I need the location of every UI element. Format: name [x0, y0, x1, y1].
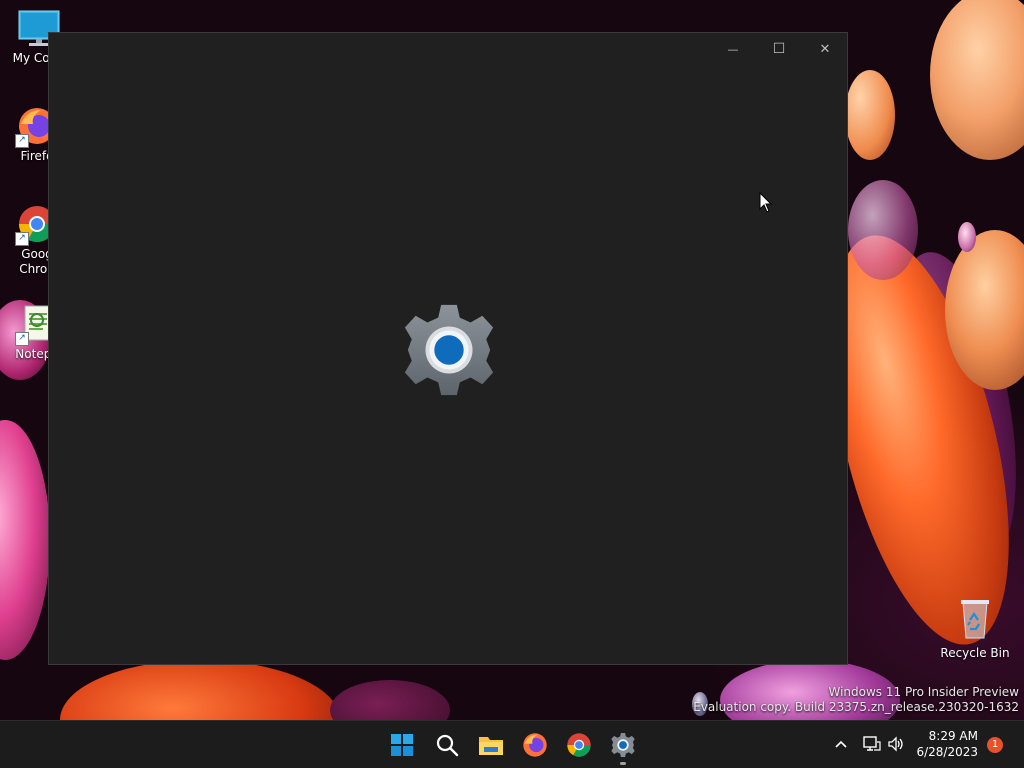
settings-window[interactable]: — ☐ ✕ [48, 32, 848, 665]
clock-date: 6/28/2023 [916, 745, 978, 759]
search-button[interactable] [429, 727, 465, 763]
desktop-icon-recycle-bin[interactable]: Recycle Bin [938, 598, 1012, 661]
network-button[interactable] [862, 733, 882, 755]
desktop-icon-label: Recycle Bin [940, 646, 1010, 660]
start-button[interactable] [384, 727, 420, 763]
settings-taskbar-button[interactable] [605, 727, 641, 765]
settings-icon [611, 733, 635, 757]
speaker-icon [888, 736, 903, 752]
watermark-line: Windows 11 Pro Insider Preview [828, 685, 1019, 699]
clock-time: 8:29 AM [928, 729, 978, 743]
wallpaper-shape [848, 180, 918, 280]
notification-center-button[interactable]: 1 [987, 737, 1003, 753]
minimize-icon: — [727, 42, 739, 56]
volume-button[interactable] [886, 733, 906, 755]
clock-button[interactable]: 8:29 AM 6/28/2023 [912, 728, 978, 762]
notification-count-badge: 1 [991, 739, 999, 750]
shortcut-arrow-icon: ↗ [15, 332, 29, 346]
minimize-button[interactable]: — [710, 33, 756, 65]
start-icon [391, 734, 413, 756]
file-explorer-button[interactable] [473, 727, 509, 763]
show-hidden-icons-button[interactable] [830, 733, 852, 755]
wallpaper-shape [930, 0, 1024, 160]
wallpaper-shape [0, 420, 50, 660]
chevron-up-icon [835, 740, 847, 748]
chrome-icon [567, 733, 591, 757]
wallpaper-shape [330, 680, 450, 720]
file-explorer-icon [479, 737, 503, 755]
maximize-button[interactable]: ☐ [756, 33, 802, 65]
firefox-taskbar-button[interactable] [517, 727, 553, 763]
settings-gear-icon [400, 301, 498, 399]
shortcut-arrow-icon: ↗ [15, 232, 29, 246]
wallpaper-shape [958, 222, 976, 252]
wallpaper-shape [60, 660, 340, 720]
taskbar: 8:29 AM 6/28/2023 1 [0, 720, 1024, 768]
mouse-cursor-icon [759, 191, 773, 214]
network-icon [863, 736, 881, 751]
recycle-bin-icon [955, 598, 995, 639]
maximize-icon: ☐ [772, 41, 786, 57]
shortcut-arrow-icon: ↗ [15, 134, 29, 148]
close-icon: ✕ [819, 41, 831, 57]
search-icon [436, 734, 459, 757]
firefox-icon [523, 733, 547, 757]
watermark-line: Evaluation copy. Build 23375.zn_release.… [693, 700, 1019, 714]
wallpaper-shape [845, 70, 895, 160]
close-button[interactable]: ✕ [802, 33, 848, 65]
running-app-indicator [620, 762, 626, 765]
windows-evaluation-watermark: Windows 11 Pro Insider Preview Evaluatio… [693, 685, 1019, 715]
chrome-taskbar-button[interactable] [561, 727, 597, 763]
